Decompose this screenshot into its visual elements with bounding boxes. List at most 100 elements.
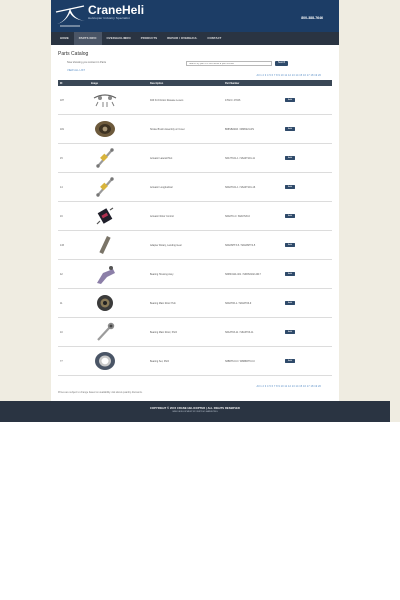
add-button[interactable]: Add bbox=[285, 98, 295, 102]
search-input[interactable] bbox=[186, 61, 272, 66]
add-button[interactable]: Add bbox=[285, 185, 295, 189]
add-button[interactable]: Add bbox=[285, 214, 295, 218]
nav-parts-info[interactable]: PARTS INFO bbox=[73, 32, 102, 45]
cell-part-number: 47024 / 47026 bbox=[225, 98, 241, 102]
pitch-link-icon[interactable] bbox=[91, 321, 119, 344]
add-button[interactable]: Add bbox=[285, 359, 295, 363]
cell-description[interactable]: Stroke Brush Assembly w/ Cover bbox=[150, 128, 225, 131]
cell-action: Add bbox=[285, 359, 332, 363]
pagination-top[interactable]: All 1 2 3 4 5 6 7 8 9 10 11 12 13 14 15 … bbox=[256, 74, 321, 77]
site-header: CraneHeli Helicopter Industry Specialist… bbox=[51, 0, 339, 32]
nav-contact[interactable]: CONTACT bbox=[202, 32, 226, 45]
brand-name: CraneHeli bbox=[88, 3, 145, 17]
release-levers-icon[interactable] bbox=[91, 89, 119, 112]
actuator-icon[interactable] bbox=[91, 176, 119, 199]
table-row: 181 Stroke Brush Assembly w/ Cover B08SB22… bbox=[58, 115, 332, 144]
cell-part-number: S6B6T6-6.0 / W6B6RT6.0.0 bbox=[225, 359, 255, 363]
add-button[interactable]: Add bbox=[285, 301, 295, 305]
phone-number[interactable]: 800-388-7646 bbox=[301, 16, 323, 20]
cell-action: Add bbox=[285, 185, 332, 189]
bearing-housing-icon[interactable] bbox=[91, 263, 119, 286]
cell-id: 187 bbox=[60, 98, 64, 102]
cell-image[interactable] bbox=[89, 350, 150, 373]
site-footer: COPYRIGHT © 2015 CRANE HELICOPTER | ALL … bbox=[0, 401, 390, 422]
bearing-set-icon[interactable] bbox=[91, 350, 119, 373]
cell-part-number: S6A0T0-4 / S6A0T20-6 bbox=[225, 214, 250, 218]
table-row: 77 Bearing Set, Pitch S6B6T6-6.0 / W6B6RT6… bbox=[58, 347, 332, 376]
header-description: Description bbox=[150, 81, 164, 85]
cell-part-number: S6A0T101-1 / S6A0T101-16 bbox=[225, 185, 256, 189]
cell-id: 133 bbox=[60, 243, 64, 247]
cell-part-number: B08SB221R / 08R6221-RS bbox=[225, 127, 254, 131]
cell-part-number: S6A6SHT3-5 / S6A6SHT4-5 bbox=[225, 243, 256, 247]
cell-action: Add bbox=[285, 301, 332, 305]
cell-description[interactable]: Bearing Main Rotor, Pitch bbox=[150, 331, 225, 334]
add-button[interactable]: Add bbox=[285, 243, 295, 247]
add-button[interactable]: Add bbox=[285, 127, 295, 131]
cell-part-number: S6A6T06-1 / S6A6T06-9 bbox=[225, 301, 252, 305]
pagination-bottom[interactable]: All 1 2 3 4 5 6 7 8 9 10 11 12 13 14 15 … bbox=[256, 385, 321, 388]
cell-description[interactable]: Bearing Main Rotor Hub bbox=[150, 302, 225, 305]
cell-id: 14 bbox=[60, 185, 63, 189]
add-button[interactable]: Add bbox=[285, 272, 295, 276]
header-id: ID bbox=[60, 81, 63, 85]
page-title: Parts Catalog bbox=[58, 51, 89, 57]
cell-image[interactable] bbox=[89, 176, 150, 199]
nav-home[interactable]: HOME bbox=[55, 32, 74, 45]
cell-description[interactable]: Drill Kit Friction Release Levers bbox=[150, 99, 225, 102]
adapter-icon[interactable] bbox=[91, 234, 119, 257]
catalog-content: Parts Catalog Now showing you content in… bbox=[51, 45, 339, 398]
cell-description[interactable]: Bearing Set, Pitch bbox=[150, 360, 225, 363]
header-part-number: Part Number bbox=[225, 81, 240, 85]
cell-id: 77 bbox=[60, 359, 63, 363]
cell-image[interactable] bbox=[89, 89, 150, 112]
cell-image[interactable] bbox=[89, 205, 150, 228]
logo[interactable]: CraneHeli Helicopter Industry Specialist bbox=[54, 2, 144, 28]
cell-action: Add bbox=[285, 243, 332, 247]
cell-description[interactable]: Actuator Longitudinal bbox=[150, 186, 225, 189]
cell-id: 181 bbox=[60, 127, 64, 131]
nav-overhaul-mro[interactable]: OVERHAUL/MRO bbox=[102, 32, 136, 45]
cell-part-number: S6A7T101-1 / S6A0T101-11 bbox=[225, 156, 255, 160]
table-row: 15 Actuator Lateral Pitot S6A7T101-1 / S6A… bbox=[58, 144, 332, 173]
brush-assembly-icon[interactable] bbox=[91, 118, 119, 141]
nav-repair-overhaul[interactable]: REPAIR / OVERHAUL bbox=[162, 32, 202, 45]
cell-image[interactable] bbox=[89, 234, 150, 257]
cell-part-number: S6A3T03-11 / S6A3T03-11 bbox=[225, 330, 254, 334]
search-button[interactable]: Search bbox=[275, 61, 288, 66]
cell-description[interactable]: Adapter Rotary, Landing Gear bbox=[150, 244, 225, 247]
footer-credit[interactable]: WEB DEVELOPMENT BY VERTIGO MARKETING bbox=[0, 411, 390, 413]
parts-table: ID Image Description Part Number 187 Dril… bbox=[58, 80, 332, 376]
cell-action: Add bbox=[285, 214, 332, 218]
cell-id: 11 bbox=[60, 301, 63, 305]
cell-id: 10 bbox=[60, 330, 63, 334]
cell-action: Add bbox=[285, 98, 332, 102]
rotor-control-icon[interactable] bbox=[91, 205, 119, 228]
nav-products[interactable]: PRODUCTS bbox=[136, 32, 163, 45]
cell-id: 42 bbox=[60, 272, 63, 276]
cell-action: Add bbox=[285, 156, 332, 160]
cell-description[interactable]: Bearing Housing Assy bbox=[150, 273, 225, 276]
footnote: Prices are subject to change based on av… bbox=[58, 391, 143, 394]
actuator-icon[interactable] bbox=[91, 147, 119, 170]
add-button[interactable]: Add bbox=[285, 330, 295, 334]
cell-image[interactable] bbox=[89, 292, 150, 315]
cell-image[interactable] bbox=[89, 263, 150, 286]
add-button[interactable]: Add bbox=[285, 156, 295, 160]
table-row: 11 Bearing Main Rotor Hub S6A6T06-1 / S6A6… bbox=[58, 289, 332, 318]
table-row: 42 Bearing Housing Assy S6RS3114-401 / S6R… bbox=[58, 260, 332, 289]
header-image: Image bbox=[91, 81, 98, 85]
cell-description[interactable]: Actuator Rotor Control bbox=[150, 215, 225, 218]
cell-image[interactable] bbox=[89, 147, 150, 170]
table-row: 16 Actuator Rotor Control S6A0T0-4 / S6A0T… bbox=[58, 202, 332, 231]
cell-description[interactable]: Actuator Lateral Pitot bbox=[150, 157, 225, 160]
helicopter-logo-icon bbox=[55, 5, 85, 27]
cell-image[interactable] bbox=[89, 321, 150, 344]
intro-text: Now showing you content in Parts bbox=[67, 61, 107, 64]
cell-id: 15 bbox=[60, 156, 63, 160]
bearing-hub-icon[interactable] bbox=[91, 292, 119, 315]
view-all-link[interactable]: VIEW ALL LIST bbox=[67, 69, 85, 72]
cell-image[interactable] bbox=[89, 118, 150, 141]
cell-id: 16 bbox=[60, 214, 63, 218]
main-nav: HOME PARTS INFO OVERHAUL/MRO PRODUCTS RE… bbox=[51, 32, 339, 45]
